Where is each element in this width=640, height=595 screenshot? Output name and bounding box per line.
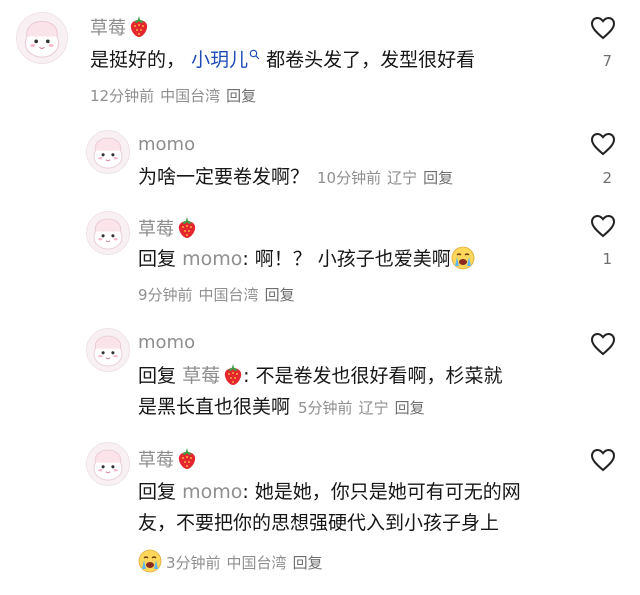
- reply-button[interactable]: 回复: [423, 169, 453, 187]
- comment-text: 回复 momo: 啊！？ 小孩子也爱美啊: [138, 244, 588, 275]
- comment-author[interactable]: momo: [138, 134, 195, 155]
- comment-time: 9分钟前: [138, 286, 193, 304]
- comment-line-2: 友，不要把你的思想强硬代入到小孩子身上: [138, 512, 500, 534]
- reply-prefix: 回复: [138, 481, 177, 503]
- author-name: 草莓: [90, 18, 126, 39]
- comment-line-1: 回复 momo: 她是她，你只是她可有可无的网: [138, 477, 588, 508]
- avatar[interactable]: [86, 130, 130, 174]
- comment-text: 回复 momo: 她是她，你只是她可有可无的网 友，不要把你的思想强硬代入到小孩…: [138, 477, 588, 539]
- comment-text-start: 是挺好的，: [90, 49, 186, 71]
- like-heart-icon[interactable]: [590, 332, 616, 356]
- reply-prefix: 回复: [138, 248, 177, 270]
- reply-target-name[interactable]: momo: [182, 248, 242, 270]
- like-heart-icon[interactable]: [590, 16, 616, 40]
- comment-item: momo 为啥一定要卷发啊？ 10分钟前 辽宁 回复 2: [0, 122, 640, 202]
- reply-target-name[interactable]: 草莓: [182, 365, 243, 387]
- comment-item: 草莓 是挺好的， 小玥儿 都卷头发了，发型很好看 12分钟前 中国台湾 回复 7: [0, 0, 640, 120]
- like-heart-icon[interactable]: [590, 132, 616, 156]
- search-icon: [249, 49, 260, 60]
- comment-author[interactable]: 草莓: [138, 215, 197, 241]
- mention-link[interactable]: 小玥儿: [185, 49, 260, 71]
- comment-body-1: : 不是卷发也很好看啊，杉菜就: [243, 365, 503, 387]
- comment-time: 12分钟前: [90, 87, 155, 105]
- comment-meta: 12分钟前 中国台湾 回复: [90, 85, 262, 106]
- comment-location: 中国台湾: [160, 87, 221, 105]
- comment-meta: 10分钟前 辽宁 回复: [317, 169, 459, 187]
- like-count: 2: [602, 169, 612, 187]
- avatar[interactable]: [86, 328, 130, 372]
- comment-time: 5分钟前: [298, 399, 353, 417]
- comment-item: 草莓 回复 momo: 啊！？ 小孩子也爱美啊 9分钟前 中国台湾 回复 1: [0, 205, 640, 315]
- strawberry-icon: [129, 16, 149, 38]
- comment-body-2: 是黑长直也很美啊: [138, 396, 291, 418]
- comment-item: 草莓 回复 momo: 她是她，你只是她可有可无的网 友，不要把你的思想强硬代入…: [0, 440, 640, 590]
- reply-button[interactable]: 回复: [293, 554, 323, 572]
- comment-meta: 3分钟前 中国台湾 回复: [138, 549, 329, 573]
- comment-meta: 5分钟前 辽宁 回复: [298, 399, 431, 417]
- reply-button[interactable]: 回复: [395, 399, 425, 417]
- avatar[interactable]: [86, 211, 130, 255]
- comment-location: 辽宁: [387, 169, 418, 187]
- avatar[interactable]: [86, 442, 130, 486]
- like-heart-icon[interactable]: [590, 214, 616, 238]
- comment-text: 回复 草莓: 不是卷发也很好看啊，杉菜就 是黑长直也很美啊 5分钟前 辽宁 回复: [138, 361, 588, 424]
- crying-emoji-icon: [138, 549, 162, 573]
- comment-item: momo 回复 草莓 : 不是卷发也很好看啊，杉菜就 是黑长直也很美啊 5分钟前 辽宁…: [0, 324, 640, 434]
- avatar[interactable]: [16, 12, 68, 64]
- comment-line-1: 回复 草莓 : 不是卷发也很好看啊，杉菜就: [138, 361, 588, 392]
- avatar-image: [87, 212, 129, 254]
- author-name: 草莓: [138, 219, 174, 240]
- reply-target-name[interactable]: momo: [182, 481, 242, 503]
- comment-author[interactable]: 草莓: [138, 446, 197, 472]
- like-count: 1: [602, 250, 612, 268]
- comment-location: 中国台湾: [226, 554, 287, 572]
- comment-time: 3分钟前: [166, 554, 221, 572]
- comment-text-end: 都卷头发了，发型很好看: [260, 49, 476, 71]
- crying-emoji-icon: [451, 246, 475, 270]
- reply-target-label: 草莓: [182, 365, 221, 387]
- reply-button[interactable]: 回复: [265, 286, 295, 304]
- comment-line-2: 是黑长直也很美啊 5分钟前 辽宁 回复: [138, 392, 588, 424]
- avatar-image: [87, 329, 129, 371]
- strawberry-icon: [223, 364, 243, 386]
- comment-time: 10分钟前: [317, 169, 382, 187]
- comment-text: 是挺好的， 小玥儿 都卷头发了，发型很好看: [90, 45, 550, 76]
- avatar-image: [87, 131, 129, 173]
- reply-prefix: 回复: [138, 365, 177, 387]
- comment-author[interactable]: momo: [138, 332, 195, 353]
- reply-button[interactable]: 回复: [226, 87, 256, 105]
- like-count: 7: [602, 52, 612, 70]
- comment-text: 为啥一定要卷发啊？ 10分钟前 辽宁 回复: [138, 162, 588, 194]
- comment-body-1: : 她是她，你只是她可有可无的网: [242, 481, 521, 503]
- strawberry-icon: [177, 217, 197, 239]
- strawberry-icon: [177, 448, 197, 470]
- comment-meta: 9分钟前 中国台湾 回复: [138, 284, 301, 305]
- avatar-image: [87, 443, 129, 485]
- author-name: 草莓: [138, 450, 174, 471]
- comment-author[interactable]: 草莓: [90, 14, 149, 40]
- comment-location: 辽宁: [358, 399, 389, 417]
- avatar-image: [17, 13, 67, 63]
- comment-body: 为啥一定要卷发啊？: [138, 166, 310, 188]
- comment-body: : 啊！？ 小孩子也爱美啊: [242, 248, 451, 270]
- comment-location: 中国台湾: [198, 286, 259, 304]
- mention-name: 小玥儿: [191, 49, 249, 71]
- like-heart-icon[interactable]: [590, 448, 616, 472]
